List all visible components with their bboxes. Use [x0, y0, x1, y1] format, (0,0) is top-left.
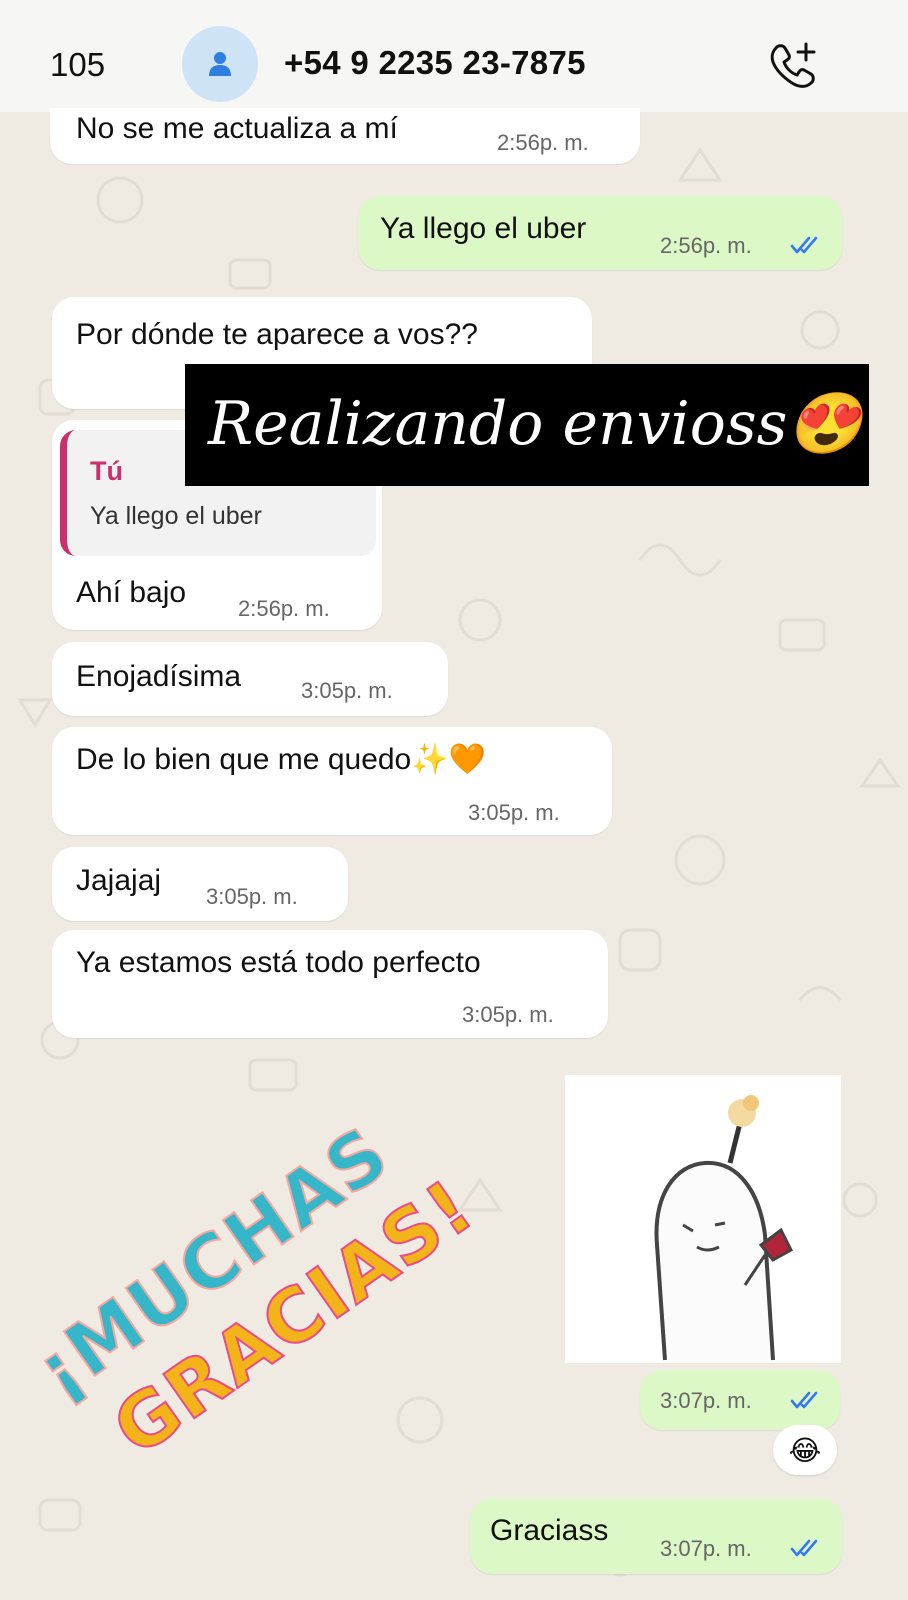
- message-time: 3:05p. m.: [468, 800, 560, 825]
- quoted-text: Ya llego el uber: [90, 502, 262, 530]
- blob-sticker-drawing: [654, 1095, 793, 1361]
- message-time: 3:07p. m.: [660, 1388, 752, 1413]
- message-text: Ahí bajo: [76, 576, 187, 609]
- message-text: Ya llego el uber: [380, 212, 587, 245]
- message-text: Jajajaj: [76, 864, 162, 897]
- muchas-gracias-sticker: ¡MUCHAS GRACIAS!: [20, 1109, 470, 1474]
- message-text: Por dónde te aparece a vos??: [76, 318, 478, 351]
- message-text: De lo bien que me quedo✨🧡: [76, 743, 486, 776]
- avatar[interactable]: [182, 26, 258, 102]
- quoted-author: Tú: [90, 456, 123, 486]
- read-ticks-icon: [790, 1539, 818, 1557]
- sticker-image[interactable]: [565, 1075, 841, 1363]
- reaction-badge[interactable]: 😂: [773, 1425, 837, 1475]
- read-ticks-icon: [790, 1391, 818, 1409]
- message-time: 3:05p. m.: [206, 884, 298, 909]
- message-time: 3:05p. m.: [462, 1002, 554, 1027]
- message-text: No se me actualiza a mí: [76, 112, 398, 145]
- add-call-icon[interactable]: [766, 36, 822, 92]
- chat-header: 105 +54 9 2235 23-7875: [0, 0, 908, 112]
- unread-count: 105: [50, 46, 106, 83]
- message-time: 2:56p. m.: [660, 233, 752, 258]
- message-time: 2:56p. m.: [238, 596, 330, 621]
- contact-name[interactable]: +54 9 2235 23-7875: [284, 44, 586, 82]
- read-ticks-icon: [790, 236, 818, 254]
- message-time: 3:05p. m.: [301, 678, 393, 703]
- back-button[interactable]: 105: [34, 40, 105, 90]
- laughing-emoji-icon: 😂: [788, 1434, 822, 1466]
- message-text: Ya estamos está todo perfecto: [76, 946, 481, 979]
- message-text: Graciass: [490, 1514, 609, 1547]
- message-time: 2:56p. m.: [497, 130, 589, 155]
- story-caption: Realizando envioss😍: [208, 389, 863, 459]
- message-time: 3:07p. m.: [660, 1536, 752, 1561]
- message-text: Enojadísima: [76, 660, 242, 693]
- person-icon: [209, 52, 231, 76]
